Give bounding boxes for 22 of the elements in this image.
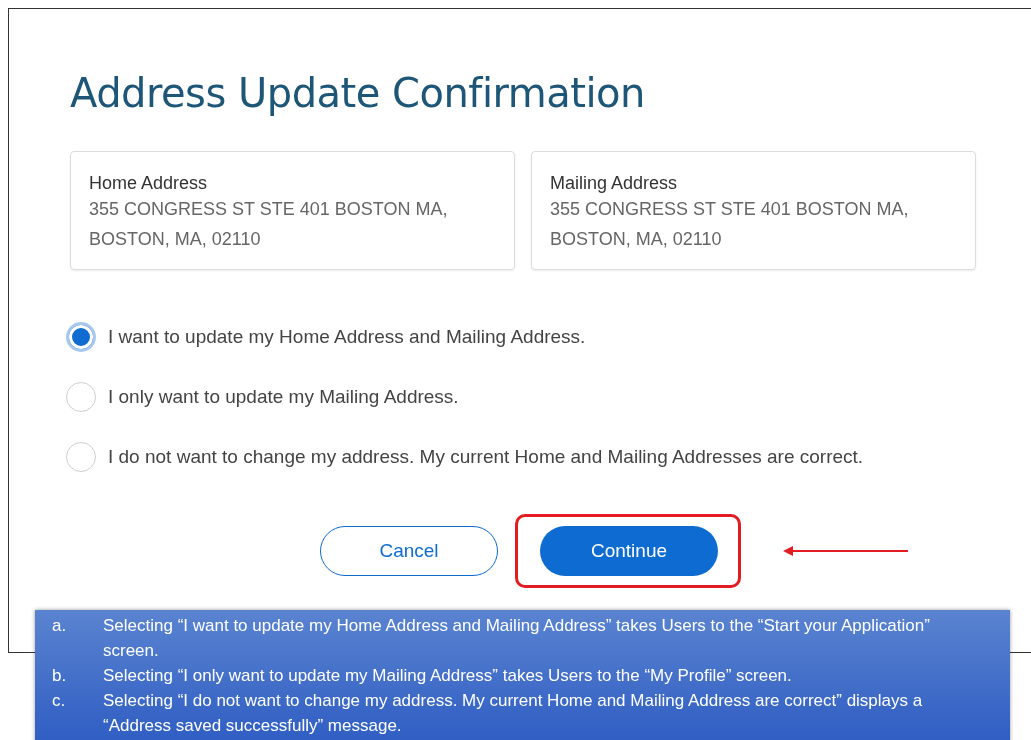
- cancel-button[interactable]: Cancel: [320, 526, 498, 576]
- option-label: I only want to update my Mailing Address.: [108, 385, 459, 409]
- continue-button[interactable]: Continue: [540, 526, 718, 576]
- arrow-icon: [783, 544, 909, 558]
- note-text: Selecting “I do not want to change my address. My current Home and Mailing Address are correct” displays a “Address saved successfully” message.: [103, 690, 924, 737]
- dialog-title: Address Update Confirmation: [70, 69, 646, 117]
- address-line: BOSTON, MA, 02110: [550, 228, 723, 251]
- list-marker: a.: [52, 615, 68, 637]
- radio-button[interactable]: [66, 442, 96, 472]
- list-marker: c.: [52, 690, 67, 712]
- address-heading: Home Address: [89, 172, 209, 194]
- address-heading: Mailing Address: [550, 172, 679, 194]
- note-text: Selecting “I want to update my Home Address and Mailing Address” takes Users to the “Start your Application” screen.: [103, 615, 931, 662]
- radio-button[interactable]: [66, 382, 96, 412]
- option-label: I want to update my Home Address and Mailing Address.: [108, 325, 586, 349]
- note-text: Selecting “I only want to update my Mailing Address” takes Users to the “My Profile” screen.: [103, 665, 793, 687]
- address-line: BOSTON, MA, 02110: [89, 228, 262, 251]
- address-line: 355 CONGRESS ST STE 401 BOSTON MA,: [89, 198, 449, 221]
- list-marker: b.: [52, 665, 68, 687]
- radio-button[interactable]: [66, 322, 96, 352]
- address-line: 355 CONGRESS ST STE 401 BOSTON MA,: [550, 198, 910, 221]
- option-label: I do not want to change my address. My current Home and Mailing Addresses are correct.: [108, 445, 864, 469]
